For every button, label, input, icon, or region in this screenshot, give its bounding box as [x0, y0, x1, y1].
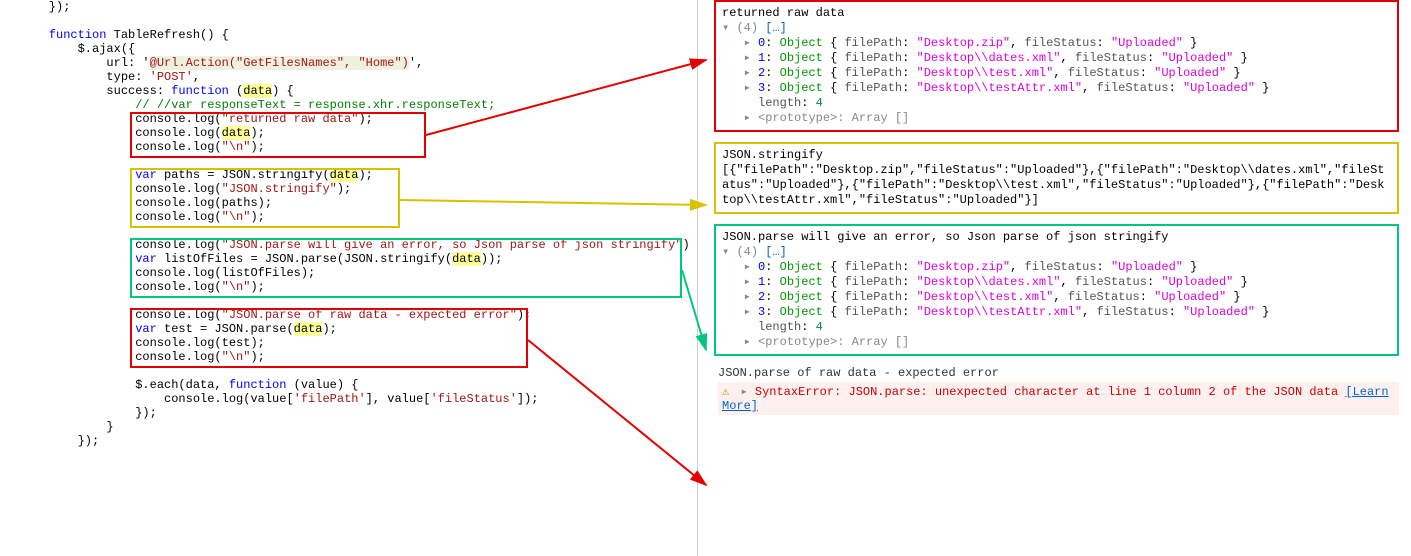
code-editor-pane[interactable]: }); function TableRefresh() { $.ajax({ u… [0, 0, 698, 556]
expand-icon[interactable]: ▾ [722, 21, 736, 35]
code-line: var test = JSON.parse(data); [20, 322, 697, 336]
console-error-row[interactable]: ⚠ ▸ SyntaxError: JSON.parse: unexpected … [718, 382, 1399, 415]
code-line: console.log("JSON.parse of raw data - ex… [20, 308, 697, 322]
stringify-output: [{"filePath":"Desktop.zip","fileStatus":… [722, 163, 1391, 208]
console-label-parse-raw: JSON.parse of raw data - expected error [718, 366, 1399, 380]
expand-icon[interactable]: ▸ [744, 81, 758, 95]
array-item[interactable]: ▸ 1: Object { filePath: "Desktop\\dates.… [722, 51, 1391, 66]
code-line [20, 14, 697, 28]
array-item[interactable]: ▸ 3: Object { filePath: "Desktop\\testAt… [722, 305, 1391, 320]
expand-icon[interactable]: ▸ [744, 36, 758, 50]
error-text: SyntaxError: JSON.parse: unexpected char… [755, 385, 1338, 399]
code-line: console.log(paths); [20, 196, 697, 210]
code-line: console.log("JSON.stringify"); [20, 182, 697, 196]
code-line: console.log(test); [20, 336, 697, 350]
code-line: type: 'POST', [20, 70, 697, 84]
console-output-pane[interactable]: returned raw data ▾ (4) […] ▸ 0: Object … [700, 0, 1405, 556]
code-line: var paths = JSON.stringify(data); [20, 168, 697, 182]
expand-icon[interactable]: ▸ [744, 260, 758, 274]
code-line: } [20, 420, 697, 434]
console-panel-raw-data: returned raw data ▾ (4) […] ▸ 0: Object … [714, 0, 1399, 132]
array-prototype[interactable]: ▸ <prototype>: Array [] [722, 335, 1391, 350]
code-line: }); [20, 434, 697, 448]
highlight-data: data [243, 84, 272, 98]
expand-icon[interactable]: ▸ [744, 275, 758, 289]
console-label: JSON.stringify [722, 148, 1391, 163]
code-line: // //var responseText = response.xhr.res… [20, 98, 697, 112]
array-header[interactable]: ▾ (4) […] [722, 21, 1391, 36]
console-label: returned raw data [722, 6, 1391, 21]
code-line: console.log("\n"); [20, 280, 697, 294]
code-line [20, 224, 697, 238]
array-length: length: 4 [722, 320, 1391, 335]
code-line: console.log(data); [20, 126, 697, 140]
code-line: url: '@Url.Action("GetFilesNames", "Home… [20, 56, 697, 70]
array-item[interactable]: ▸ 2: Object { filePath: "Desktop\\test.x… [722, 290, 1391, 305]
code-line: console.log("JSON.parse will give an err… [20, 238, 697, 252]
code-line: console.log("\n"); [20, 350, 697, 364]
array-item[interactable]: ▸ 0: Object { filePath: "Desktop.zip", f… [722, 260, 1391, 275]
expand-icon[interactable]: ▾ [722, 245, 736, 259]
code-line: console.log(value['filePath'], value['fi… [20, 392, 697, 406]
code-line: $.each(data, function (value) { [20, 378, 697, 392]
code-line: $.ajax({ [20, 42, 697, 56]
code-line: console.log("\n"); [20, 140, 697, 154]
array-item[interactable]: ▸ 0: Object { filePath: "Desktop.zip", f… [722, 36, 1391, 51]
console-panel-parse-stringify: JSON.parse will give an error, so Json p… [714, 224, 1399, 356]
expand-icon[interactable]: ▸ [744, 290, 758, 304]
code-line [20, 154, 697, 168]
code-line: console.log("returned raw data"); [20, 112, 697, 126]
array-item[interactable]: ▸ 2: Object { filePath: "Desktop\\test.x… [722, 66, 1391, 81]
console-label: JSON.parse will give an error, so Json p… [722, 230, 1391, 245]
code-line: console.log(listOfFiles); [20, 266, 697, 280]
array-item[interactable]: ▸ 1: Object { filePath: "Desktop\\dates.… [722, 275, 1391, 290]
code-line: }); [20, 0, 697, 14]
expand-icon[interactable]: ▸ [744, 51, 758, 65]
array-prototype[interactable]: ▸ <prototype>: Array [] [722, 111, 1391, 126]
code-line [20, 294, 697, 308]
code-line: console.log("\n"); [20, 210, 697, 224]
code-line: success: function (data) { [20, 84, 697, 98]
code-line: function TableRefresh() { [20, 28, 697, 42]
array-length: length: 4 [722, 96, 1391, 111]
code-line [20, 364, 697, 378]
code-line: var listOfFiles = JSON.parse(JSON.string… [20, 252, 697, 266]
array-header[interactable]: ▾ (4) […] [722, 245, 1391, 260]
code-line: }); [20, 406, 697, 420]
array-item[interactable]: ▸ 3: Object { filePath: "Desktop\\testAt… [722, 81, 1391, 96]
console-panel-stringify: JSON.stringify [{"filePath":"Desktop.zip… [714, 142, 1399, 214]
expand-icon[interactable]: ▸ [740, 385, 754, 399]
warning-icon: ⚠ [722, 385, 729, 399]
expand-icon[interactable]: ▸ [744, 305, 758, 319]
expand-icon[interactable]: ▸ [744, 66, 758, 80]
